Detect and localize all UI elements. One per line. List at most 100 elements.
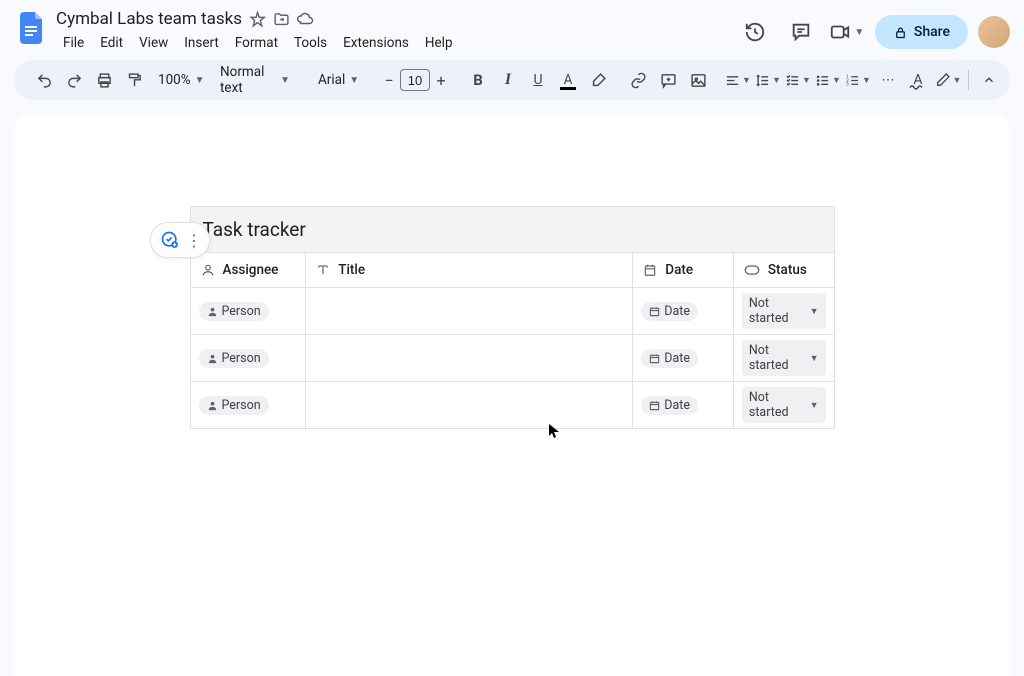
more-options-button[interactable]: ⋯ (874, 66, 902, 94)
cell-status[interactable]: Not started▼ (733, 382, 834, 429)
font-size-decrease[interactable]: − (378, 68, 400, 92)
status-chip[interactable]: Not started▼ (742, 293, 826, 329)
cell-date[interactable]: Date (633, 382, 734, 429)
comments-icon[interactable] (783, 14, 819, 50)
insert-image-button[interactable] (684, 66, 712, 94)
cell-title[interactable] (306, 335, 633, 382)
svg-text:3: 3 (846, 82, 849, 87)
document-canvas[interactable]: ⋮ Task tracker Assignee Title Date Statu… (14, 116, 1010, 676)
header-date[interactable]: Date (633, 253, 734, 288)
share-label: Share (914, 24, 950, 40)
task-tracker-table: Task tracker Assignee Title Date Status … (190, 206, 835, 429)
font-size-control: − + (378, 68, 452, 92)
calendar-icon (649, 400, 660, 411)
menu-bar: File Edit View Insert Format Tools Exten… (56, 32, 737, 54)
menu-view[interactable]: View (132, 32, 175, 54)
editing-mode-button[interactable]: ▼ (934, 66, 962, 94)
person-chip[interactable]: Person (199, 349, 269, 368)
status-icon (744, 264, 760, 276)
cell-assignee[interactable]: Person (190, 335, 306, 382)
menu-format[interactable]: Format (228, 32, 285, 54)
more-menu-icon[interactable]: ⋮ (185, 231, 203, 250)
text-icon (316, 263, 330, 277)
person-icon (207, 306, 218, 317)
align-button[interactable]: ▼ (724, 66, 752, 94)
smart-chip-floating-toolbar[interactable]: ⋮ (150, 222, 210, 258)
font-size-increase[interactable]: + (430, 68, 452, 92)
date-chip[interactable]: Date (641, 396, 698, 415)
header-status[interactable]: Status (733, 253, 834, 288)
share-button[interactable]: Share (875, 15, 968, 49)
font-size-input[interactable] (400, 69, 430, 91)
cell-title[interactable] (306, 288, 633, 335)
cloud-saved-icon[interactable] (296, 10, 314, 28)
user-avatar[interactable] (978, 16, 1010, 48)
history-icon[interactable] (737, 14, 773, 50)
bulleted-list-button[interactable]: ▼ (814, 66, 842, 94)
separator (968, 70, 969, 90)
print-button[interactable] (90, 66, 118, 94)
paint-format-button[interactable] (120, 66, 148, 94)
style-dropdown[interactable]: Normal text▼ (212, 66, 298, 94)
header-title[interactable]: Title (306, 253, 633, 288)
chevron-down-icon: ▼ (810, 306, 819, 317)
person-chip[interactable]: Person (199, 396, 269, 415)
italic-button[interactable]: I (494, 66, 522, 94)
highlight-button[interactable] (584, 66, 612, 94)
chevron-down-icon: ▼ (810, 353, 819, 364)
insert-link-button[interactable] (624, 66, 652, 94)
star-icon[interactable] (248, 10, 266, 28)
table-title-cell[interactable]: Task tracker (190, 207, 834, 253)
cell-date[interactable]: Date (633, 288, 734, 335)
date-chip[interactable]: Date (641, 349, 698, 368)
person-icon (207, 400, 218, 411)
status-chip[interactable]: Not started▼ (742, 340, 826, 376)
menu-help[interactable]: Help (418, 32, 460, 54)
checklist-button[interactable]: ▼ (784, 66, 812, 94)
bold-button[interactable]: B (464, 66, 492, 94)
menu-file[interactable]: File (56, 32, 91, 54)
line-spacing-button[interactable]: ▼ (754, 66, 782, 94)
insert-comment-button[interactable] (654, 66, 682, 94)
cell-date[interactable]: Date (633, 335, 734, 382)
header-assignee[interactable]: Assignee (190, 253, 306, 288)
zoom-dropdown[interactable]: 100%▼ (150, 66, 200, 94)
menu-extensions[interactable]: Extensions (336, 32, 416, 54)
calendar-icon (649, 353, 660, 364)
underline-button[interactable]: U (524, 66, 552, 94)
title-block: Cymbal Labs team tasks File Edit View In… (56, 8, 737, 54)
menu-edit[interactable]: Edit (93, 32, 130, 54)
menu-insert[interactable]: Insert (177, 32, 226, 54)
undo-button[interactable] (30, 66, 58, 94)
table-row: Person Date Not started▼ (190, 382, 834, 429)
document-title[interactable]: Cymbal Labs team tasks (56, 9, 242, 29)
cell-status[interactable]: Not started▼ (733, 335, 834, 382)
numbered-list-button[interactable]: 123▼ (844, 66, 872, 94)
cell-assignee[interactable]: Person (190, 382, 306, 429)
header-actions: ▼ Share (737, 8, 1010, 50)
cell-assignee[interactable]: Person (190, 288, 306, 335)
table-row: Person Date Not started▼ (190, 335, 834, 382)
docs-logo[interactable] (14, 10, 50, 46)
toolbar: 100%▼ Normal text▼ Arial▼ − + B I U A ▼ … (14, 60, 1010, 100)
chevron-down-icon: ▼ (810, 400, 819, 411)
person-chip[interactable]: Person (199, 302, 269, 321)
cell-status[interactable]: Not started▼ (733, 288, 834, 335)
table-row: Person Date Not started▼ (190, 288, 834, 335)
status-chip[interactable]: Not started▼ (742, 387, 826, 423)
text-color-button[interactable]: A (554, 66, 582, 94)
font-dropdown[interactable]: Arial▼ (310, 66, 366, 94)
person-icon (201, 263, 215, 277)
task-check-icon[interactable] (157, 227, 183, 253)
spellcheck-button[interactable]: A (904, 66, 932, 94)
person-icon (207, 353, 218, 364)
cell-title[interactable] (306, 382, 633, 429)
lock-icon (893, 25, 908, 40)
menu-tools[interactable]: Tools (287, 32, 334, 54)
calendar-icon (643, 263, 657, 277)
collapse-toolbar-button[interactable] (975, 66, 1003, 94)
date-chip[interactable]: Date (641, 302, 698, 321)
move-folder-icon[interactable] (272, 10, 290, 28)
meet-button[interactable]: ▼ (829, 14, 865, 50)
redo-button[interactable] (60, 66, 88, 94)
